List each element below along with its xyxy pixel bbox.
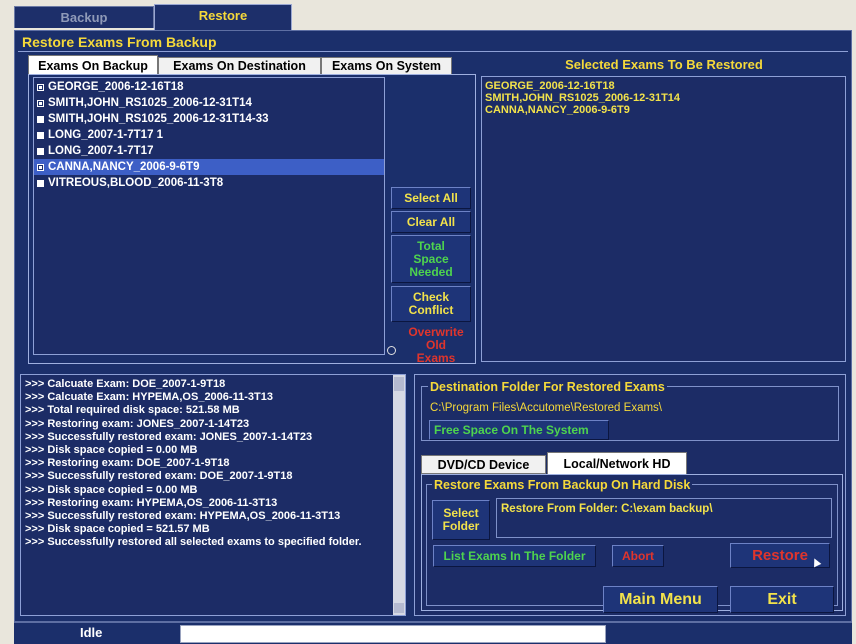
exam-name: LONG_2007-1-7T17 1 xyxy=(48,129,164,141)
list-exams-button[interactable]: List Exams In The Folder xyxy=(433,545,596,567)
exam-list-item[interactable]: CANNA,NANCY_2006-9-6T9 xyxy=(34,159,384,175)
main-menu-label: Main Menu xyxy=(619,591,702,608)
log-line: >>> Successfully restored all selected e… xyxy=(25,536,362,549)
tab-dvd-cd-device-label: DVD/CD Device xyxy=(437,457,530,472)
hd-group-title: Restore Exams From Backup On Hard Disk xyxy=(432,478,693,492)
destination-path: C:\Program Files\Accutome\Restored Exams… xyxy=(430,402,662,414)
status-text: Idle xyxy=(80,625,103,640)
tab-backup[interactable]: Backup xyxy=(14,6,154,28)
checked-checkbox-icon[interactable] xyxy=(37,99,44,107)
tab-exams-on-backup-label: Exams On Backup xyxy=(38,58,148,73)
exam-name: SMITH,JOHN_RS1025_2006-12-31T14-33 xyxy=(48,113,269,125)
log-line: >>> Disk space copied = 0.00 MB xyxy=(25,444,198,457)
exam-list-item[interactable]: SMITH,JOHN_RS1025_2006-12-31T14-33 xyxy=(34,111,384,127)
section-title: Restore Exams From Backup xyxy=(22,34,217,50)
exam-list[interactable]: GEORGE_2006-12-16T18 SMITH,JOHN_RS1025_20… xyxy=(33,77,385,355)
status-progress-field xyxy=(180,625,606,643)
tab-exams-on-backup[interactable]: Exams On Backup xyxy=(28,55,158,75)
tab-dvd-cd-device[interactable]: DVD/CD Device xyxy=(421,455,546,474)
checkbox-icon[interactable] xyxy=(37,147,44,155)
clear-all-button[interactable]: Clear All xyxy=(391,211,471,233)
abort-button[interactable]: Abort xyxy=(612,545,664,567)
free-space-label: Free Space On The System xyxy=(434,422,589,437)
exam-name: VITREOUS,BLOOD_2006-11-3T8 xyxy=(48,177,224,189)
log-line: >>> Successfully restored exam: HYPEMA,O… xyxy=(25,510,341,523)
tab-restore[interactable]: Restore xyxy=(154,4,292,31)
exam-name: SMITH,JOHN_RS1025_2006-12-31T14 xyxy=(48,97,252,109)
selected-exams-items: GEORGE_2006-12-16T18 SMITH,JOHN_RS1025_20… xyxy=(482,80,845,116)
check-conflict-label: Check Conflict xyxy=(408,290,454,317)
checkbox-icon[interactable] xyxy=(37,179,44,187)
log-panel: >>> Calcuate Exam: DOE_2007-1-9T18 >>> Ca… xyxy=(20,374,406,616)
overwrite-radio[interactable] xyxy=(387,346,396,355)
exam-list-item[interactable]: LONG_2007-1-7T17 xyxy=(34,143,384,159)
select-folder-button[interactable]: Select Folder xyxy=(432,500,490,540)
selected-exam-item[interactable]: GEORGE_2006-12-16T18 xyxy=(482,80,845,92)
checkbox-icon[interactable] xyxy=(37,115,44,123)
abort-label: Abort xyxy=(622,548,654,563)
exam-list-item[interactable]: VITREOUS,BLOOD_2006-11-3T8 xyxy=(34,175,384,191)
total-space-needed-button[interactable]: Total Space Needed xyxy=(391,235,471,283)
folder-display-text: Restore From Folder: C:\exam backup\ xyxy=(501,503,713,515)
select-folder-label: Select Folder xyxy=(442,506,480,533)
log-line: >>> Successfully restored exam: DOE_2007… xyxy=(25,470,293,483)
checked-checkbox-icon[interactable] xyxy=(37,83,44,91)
exam-list-item[interactable]: SMITH,JOHN_RS1025_2006-12-31T14 xyxy=(34,95,384,111)
tab-exams-on-destination[interactable]: Exams On Destination xyxy=(158,57,321,75)
selected-exam-item[interactable]: SMITH,JOHN_RS1025_2006-12-31T14 xyxy=(482,92,845,104)
log-line: >>> Disk space copied = 0.00 MB xyxy=(25,483,198,496)
tab-restore-label: Restore xyxy=(198,8,248,23)
tab-exams-on-system-label: Exams On System xyxy=(331,59,442,73)
checkbox-icon[interactable] xyxy=(37,131,44,139)
select-all-label: Select All xyxy=(404,190,458,205)
clear-all-label: Clear All xyxy=(406,214,456,229)
checked-checkbox-icon[interactable] xyxy=(37,163,44,171)
free-space-button[interactable]: Free Space On The System xyxy=(429,420,609,440)
exam-list-item[interactable]: LONG_2007-1-7T17 1 xyxy=(34,127,384,143)
log-line: >>> Total required disk space: 521.58 MB xyxy=(25,404,240,417)
tab-backup-label: Backup xyxy=(60,10,108,25)
log-text: >>> Calcuate Exam: DOE_2007-1-9T18 >>> Ca… xyxy=(21,375,405,550)
tab-local-network-hd[interactable]: Local/Network HD xyxy=(547,452,687,474)
list-exams-label: List Exams In The Folder xyxy=(443,548,586,563)
tab-exams-on-system[interactable]: Exams On System xyxy=(321,57,452,75)
exit-label: Exit xyxy=(767,591,797,608)
total-space-label: Total Space Needed xyxy=(409,238,453,279)
overwrite-old-exams-label[interactable]: Overwrite Old Exams xyxy=(396,326,476,365)
restore-label: Restore xyxy=(752,547,808,564)
selected-exams-title: Selected Exams To Be Restored xyxy=(565,57,763,72)
section-divider xyxy=(18,51,848,52)
log-line: >>> Calcuate Exam: DOE_2007-1-9T18 xyxy=(25,378,226,390)
destination-title: Destination Folder For Restored Exams xyxy=(428,380,667,394)
tab-local-network-hd-label: Local/Network HD xyxy=(563,456,671,471)
tab-exams-on-destination-label: Exams On Destination xyxy=(173,59,306,73)
selected-exams-list[interactable]: GEORGE_2006-12-16T18 SMITH,JOHN_RS1025_20… xyxy=(481,76,846,362)
log-scroll-arrow-down-icon[interactable] xyxy=(394,603,404,613)
exam-name: CANNA,NANCY_2006-9-6T9 xyxy=(48,161,200,173)
select-all-button[interactable]: Select All xyxy=(391,187,471,209)
exam-name: GEORGE_2006-12-16T18 xyxy=(48,81,184,93)
log-line: >>> Calcuate Exam: HYPEMA,OS_2006-11-3T1… xyxy=(25,391,273,404)
exit-button[interactable]: Exit xyxy=(730,586,834,613)
log-scrollbar[interactable] xyxy=(393,375,405,615)
log-line: >>> Restoring exam: JONES_2007-1-14T23 xyxy=(25,417,250,430)
log-line: >>> Restoring exam: DOE_2007-1-9T18 xyxy=(25,457,230,470)
log-line: >>> Restoring exam: HYPEMA,OS_2006-11-3T… xyxy=(25,496,278,509)
folder-display: Restore From Folder: C:\exam backup\ xyxy=(496,498,832,538)
log-line: >>> Disk space copied = 521.57 MB xyxy=(25,523,210,536)
exam-name: LONG_2007-1-7T17 xyxy=(48,145,154,157)
log-scroll-thumb[interactable] xyxy=(394,377,404,391)
check-conflict-button[interactable]: Check Conflict xyxy=(391,286,471,322)
selected-exam-item[interactable]: CANNA,NANCY_2006-9-6T9 xyxy=(482,104,845,116)
exam-list-item[interactable]: GEORGE_2006-12-16T18 xyxy=(34,79,384,95)
log-line: >>> Successfully restored exam: JONES_20… xyxy=(25,430,313,443)
main-menu-button[interactable]: Main Menu xyxy=(603,586,718,613)
exam-list-items: GEORGE_2006-12-16T18 SMITH,JOHN_RS1025_20… xyxy=(34,79,384,191)
